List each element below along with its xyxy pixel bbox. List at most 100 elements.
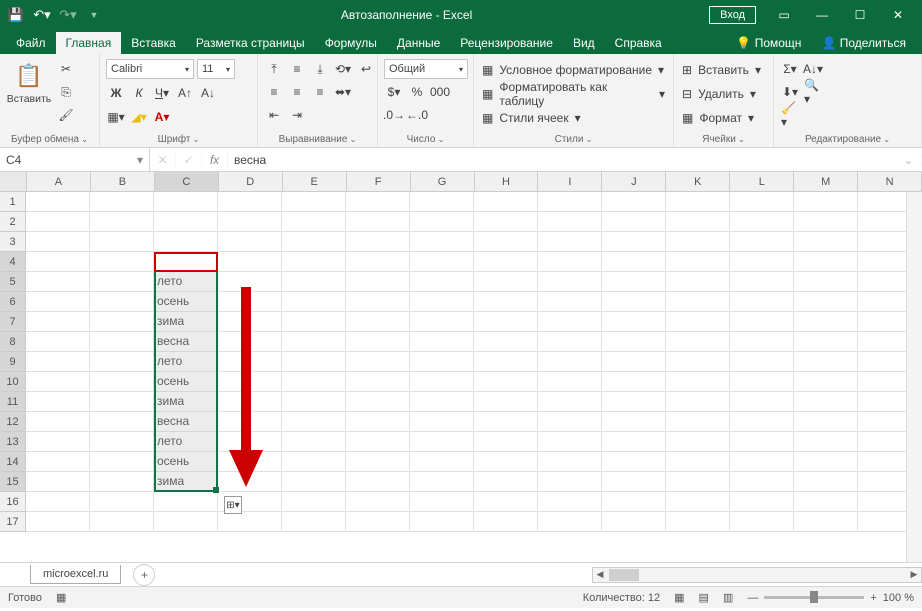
fx-icon[interactable]: fx — [202, 153, 228, 167]
cell-G3[interactable] — [410, 232, 474, 252]
cell-L1[interactable] — [730, 192, 794, 212]
col-header-G[interactable]: G — [411, 172, 475, 191]
cell-C6[interactable]: осень — [154, 292, 218, 312]
row-header-1[interactable]: 1 — [0, 192, 25, 212]
row-header-4[interactable]: 4 — [0, 252, 25, 272]
align-top-icon[interactable]: ⤒ — [264, 59, 284, 79]
cell-H4[interactable] — [474, 252, 538, 272]
cell-J13[interactable] — [602, 432, 666, 452]
cell-E10[interactable] — [282, 372, 346, 392]
cell-E16[interactable] — [282, 492, 346, 512]
vertical-scrollbar[interactable] — [906, 192, 922, 562]
col-header-I[interactable]: I — [538, 172, 602, 191]
tab-help[interactable]: Справка — [605, 32, 672, 54]
cell-C13[interactable]: лето — [154, 432, 218, 452]
cell-J9[interactable] — [602, 352, 666, 372]
tab-home[interactable]: Главная — [56, 32, 122, 54]
cell-G1[interactable] — [410, 192, 474, 212]
cell-F4[interactable] — [346, 252, 410, 272]
cell-L3[interactable] — [730, 232, 794, 252]
sheet-tab[interactable]: microexcel.ru — [30, 565, 121, 584]
cell-J1[interactable] — [602, 192, 666, 212]
cell-M7[interactable] — [794, 312, 858, 332]
cell-J5[interactable] — [602, 272, 666, 292]
cell-M8[interactable] — [794, 332, 858, 352]
row-header-3[interactable]: 3 — [0, 232, 25, 252]
cell-F14[interactable] — [346, 452, 410, 472]
cell-E12[interactable] — [282, 412, 346, 432]
fill-color-icon[interactable]: ◢▾ — [129, 107, 149, 127]
copy-icon[interactable]: ⎘ — [56, 82, 76, 102]
cell-I7[interactable] — [538, 312, 602, 332]
cell-J7[interactable] — [602, 312, 666, 332]
cell-M15[interactable] — [794, 472, 858, 492]
tab-insert[interactable]: Вставка — [121, 32, 186, 54]
grow-font-icon[interactable]: A↑ — [175, 83, 195, 103]
cut-icon[interactable]: ✂ — [56, 59, 76, 79]
cell-D6[interactable] — [218, 292, 282, 312]
cell-G4[interactable] — [410, 252, 474, 272]
cell-L13[interactable] — [730, 432, 794, 452]
cell-J8[interactable] — [602, 332, 666, 352]
cell-A5[interactable] — [26, 272, 90, 292]
cell-A16[interactable] — [26, 492, 90, 512]
cell-M10[interactable] — [794, 372, 858, 392]
fill-icon[interactable]: ⬇▾ — [780, 82, 800, 102]
cell-B5[interactable] — [90, 272, 154, 292]
format-cells[interactable]: ▦Формат▾ — [680, 107, 763, 129]
cell-D12[interactable] — [218, 412, 282, 432]
cell-L16[interactable] — [730, 492, 794, 512]
cell-B1[interactable] — [90, 192, 154, 212]
cell-B11[interactable] — [90, 392, 154, 412]
cell-L8[interactable] — [730, 332, 794, 352]
cell-I5[interactable] — [538, 272, 602, 292]
cell-K1[interactable] — [666, 192, 730, 212]
cell-K8[interactable] — [666, 332, 730, 352]
cell-C9[interactable]: лето — [154, 352, 218, 372]
cell-E2[interactable] — [282, 212, 346, 232]
cell-D1[interactable] — [218, 192, 282, 212]
cell-I14[interactable] — [538, 452, 602, 472]
cell-M11[interactable] — [794, 392, 858, 412]
cell-J14[interactable] — [602, 452, 666, 472]
row-header-15[interactable]: 15 — [0, 472, 25, 492]
cell-G12[interactable] — [410, 412, 474, 432]
row-header-9[interactable]: 9 — [0, 352, 25, 372]
cell-I11[interactable] — [538, 392, 602, 412]
cell-D3[interactable] — [218, 232, 282, 252]
tab-view[interactable]: Вид — [563, 32, 605, 54]
cell-D14[interactable] — [218, 452, 282, 472]
cell-C10[interactable]: осень — [154, 372, 218, 392]
cell-L2[interactable] — [730, 212, 794, 232]
cell-M6[interactable] — [794, 292, 858, 312]
cell-L9[interactable] — [730, 352, 794, 372]
align-bottom-icon[interactable]: ⤓ — [310, 59, 330, 79]
shrink-font-icon[interactable]: A↓ — [198, 83, 218, 103]
cell-F13[interactable] — [346, 432, 410, 452]
cell-E6[interactable] — [282, 292, 346, 312]
zoom-in-icon[interactable]: + — [870, 592, 876, 604]
cell-G7[interactable] — [410, 312, 474, 332]
cell-styles[interactable]: ▦Стили ячеек▾ — [480, 107, 667, 129]
cell-M9[interactable] — [794, 352, 858, 372]
cell-K5[interactable] — [666, 272, 730, 292]
cell-L6[interactable] — [730, 292, 794, 312]
cell-F3[interactable] — [346, 232, 410, 252]
qat-customize-icon[interactable]: ▼ — [84, 5, 104, 25]
cell-L12[interactable] — [730, 412, 794, 432]
cell-D17[interactable] — [218, 512, 282, 532]
cell-F6[interactable] — [346, 292, 410, 312]
cell-G11[interactable] — [410, 392, 474, 412]
decrease-indent-icon[interactable]: ⇤ — [264, 105, 284, 125]
cell-B6[interactable] — [90, 292, 154, 312]
row-header-13[interactable]: 13 — [0, 432, 25, 452]
cell-F16[interactable] — [346, 492, 410, 512]
cell-M14[interactable] — [794, 452, 858, 472]
cell-J12[interactable] — [602, 412, 666, 432]
cell-E17[interactable] — [282, 512, 346, 532]
maximize-icon[interactable]: ☐ — [842, 2, 878, 28]
cell-B14[interactable] — [90, 452, 154, 472]
tell-me[interactable]: 💡 Помощн — [726, 32, 811, 54]
increase-indent-icon[interactable]: ⇥ — [287, 105, 307, 125]
increase-decimal-icon[interactable]: .0→ — [384, 105, 404, 125]
